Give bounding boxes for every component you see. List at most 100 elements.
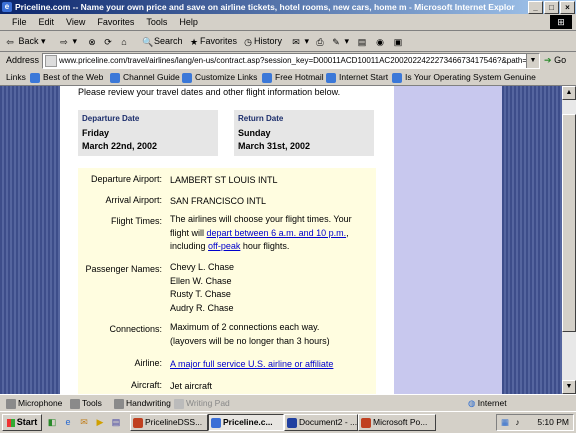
link-free-hotmail[interactable]: Free Hotmail [262,70,324,84]
stop-icon: ⊗ [88,36,96,47]
passenger-name: Audry R. Chase [170,302,234,313]
right-decoration [502,86,562,394]
tray-volume-icon[interactable]: ♪ [515,417,519,427]
system-tray: ▦ ♪ 5:10 PM [496,414,574,431]
menu-edit[interactable]: Edit [33,14,61,30]
return-day: Sunday [238,128,271,138]
menu-favorites[interactable]: Favorites [91,14,140,30]
off-peak-link[interactable]: off-peak [208,241,240,251]
arrival-airport-value: SAN FRANCISCO INTL [170,196,267,206]
globe-icon: ◍ [468,398,476,408]
return-date-label: Return Date [238,114,284,123]
page-icon [45,54,57,67]
ie-link-icon [182,72,192,83]
passenger-list: Chevy L. Chase Ellen W. Chase Rusty T. C… [170,261,370,315]
menu-file[interactable]: File [0,14,33,30]
task-microsoft-po[interactable]: Microsoft Po... [358,414,436,431]
close-button[interactable]: × [560,1,575,14]
ie-link-icon [392,72,402,83]
flight-details: Departure Airport: LAMBERT ST LOUIS INTL… [78,168,376,394]
folder-quicklaunch-icon[interactable]: ▤ [110,416,122,428]
scroll-down-button[interactable]: ▼ [562,380,576,394]
address-dropdown-icon[interactable]: ▼ [526,54,539,68]
tools-icon [70,398,80,409]
research-icon: ▣ [393,36,403,47]
address-label: Address [6,55,40,65]
favorites-button[interactable]: ★ Favorites [188,34,237,48]
connections-label: Connections: [109,324,162,334]
menu-help[interactable]: Help [173,14,204,30]
clock[interactable]: 5:10 PM [537,415,569,430]
passenger-name: Rusty T. Chase [170,289,231,300]
mail-button[interactable]: ✉ ▾ [290,34,309,48]
ie-link-icon [262,72,272,83]
home-button[interactable]: ⌂ [118,34,130,48]
ie-link-icon [326,72,336,83]
refresh-button[interactable]: ⟳ [102,34,114,48]
maximize-button[interactable]: □ [544,1,559,14]
passenger-names-label: Passenger Names: [85,264,162,274]
scroll-thumb[interactable] [562,114,576,332]
departure-airport-label: Departure Airport: [90,174,162,184]
word-icon [287,417,297,428]
search-button[interactable]: 🔍Search [142,34,182,48]
edit-button[interactable]: ✎ ▾ [330,34,349,48]
windows-flag-icon [6,418,15,427]
stop-button[interactable]: ⊗ [86,34,98,48]
task-document2[interactable]: Document2 - ... [284,414,358,431]
discuss-button[interactable]: ▤ [356,34,368,48]
menu-tools[interactable]: Tools [140,14,173,30]
history-button[interactable]: ◷ History [242,34,282,48]
ie-icon: e [2,2,12,12]
research-button[interactable]: ▣ [392,34,404,48]
ie-quicklaunch-icon[interactable]: e [62,416,74,428]
scroll-up-button[interactable]: ▲ [562,86,576,100]
return-date-box: Return Date Sunday March 31st, 2002 [234,110,374,156]
link-channel-guide[interactable]: Channel Guide [110,70,180,84]
media-quicklaunch-icon[interactable]: ▶ [94,416,106,428]
vertical-scrollbar[interactable]: ▲ ▼ [562,86,576,394]
aircraft-value: Jet aircraft [170,381,213,391]
microphone-icon [6,398,16,409]
handwriting-button[interactable]: Handwriting [114,397,171,409]
menu-view[interactable]: View [60,14,91,30]
tools-button[interactable]: Tools [70,397,102,409]
go-button[interactable]: ➔ Go [544,54,566,67]
ppt-icon [361,417,371,428]
departure-day: Friday [82,128,110,138]
address-input[interactable]: www.priceline.com/travel/airlines/lang/e… [42,53,540,69]
menu-bar: File Edit View Favorites Tools Help [0,14,576,31]
forward-button[interactable]: ⇨ ▾ [58,34,77,48]
link-genuine[interactable]: Is Your Operating System Genuine [392,70,536,84]
chevron-down-icon: ▾ [72,36,78,46]
search-icon: 🔍 [142,36,154,47]
departure-date-box: Departure Date Friday March 22nd, 2002 [78,110,218,156]
outlook-quicklaunch-icon[interactable]: ✉ [78,416,90,428]
tray-network-icon[interactable]: ▦ [501,417,509,427]
airline-link[interactable]: A major full service U.S. airline or aff… [170,358,333,372]
print-button[interactable]: ⎙ [314,34,326,48]
connections-value: Maximum of 2 connections each way. (layo… [170,322,330,346]
microphone-button[interactable]: Microphone [6,397,62,409]
task-priceline-ie[interactable]: Priceline.c... [208,414,284,431]
link-internet-start[interactable]: Internet Start [326,70,388,84]
depart-window-link[interactable]: depart between 6 a.m. and 10 p.m. [207,228,347,238]
messenger-button[interactable]: ◉ [374,34,386,48]
departure-date: March 22nd, 2002 [82,141,158,151]
address-bar: Address www.priceline.com/travel/airline… [0,52,576,70]
page-viewport: Please review your travel dates and othe… [0,86,562,394]
desktop-quicklaunch-icon[interactable]: ◧ [46,416,58,428]
start-button[interactable]: Start [2,414,42,431]
intro-text: Please review your travel dates and othe… [78,87,341,97]
mail-icon: ✉ [292,36,300,47]
link-best-of-web[interactable]: Best of the Web [30,70,103,84]
flight-times-label: Flight Times: [110,216,162,226]
left-decoration [0,86,60,394]
minimize-button[interactable]: _ [528,1,543,14]
task-pricelinedss[interactable]: PricelineDSS... [130,414,208,431]
writing-pad-button[interactable]: Writing Pad [174,397,230,409]
messenger-icon: ◉ [376,36,384,47]
link-customize-links[interactable]: Customize Links [182,70,257,84]
back-button[interactable]: ⇦ Back ▾ [4,34,45,48]
forward-arrow-icon: ⇨ [60,36,68,47]
